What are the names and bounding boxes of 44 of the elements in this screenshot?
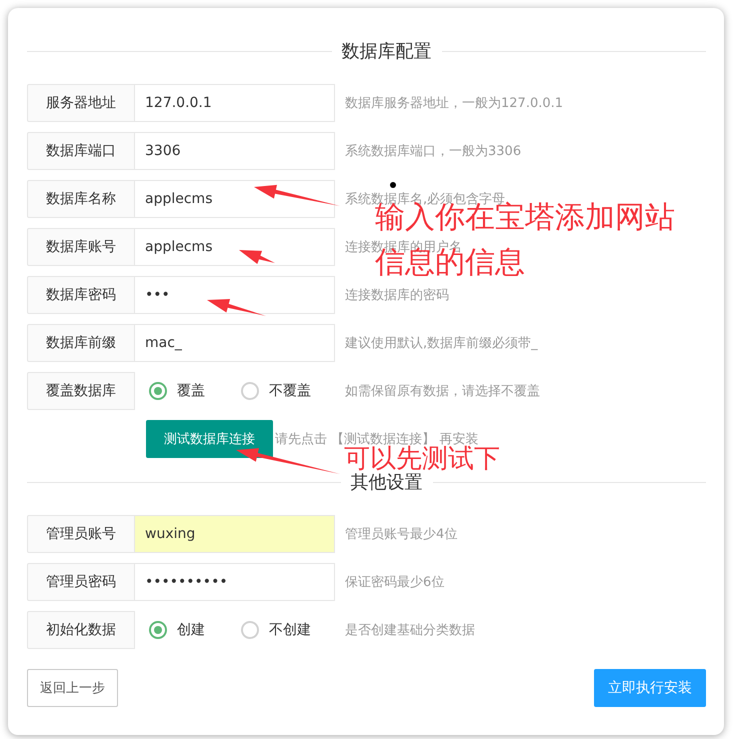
input-field[interactable]: 127.0.0.1	[135, 84, 335, 122]
input-field[interactable]: •••	[135, 276, 335, 314]
radio-button[interactable]	[241, 621, 259, 639]
hint-text: 系统数据库端口，一般为3306	[345, 143, 522, 160]
hint-text: 连接数据库的密码	[345, 287, 449, 304]
arrow-icon	[239, 250, 275, 264]
hint-text: 管理员账号最少4位	[345, 526, 458, 543]
radio-button[interactable]	[149, 621, 167, 639]
hint-text: 如需保留原有数据，请选择不覆盖	[345, 383, 540, 400]
field-label: 数据库密码	[27, 276, 135, 314]
field-label: 数据库账号	[27, 228, 135, 266]
field-label: 数据库名称	[27, 180, 135, 218]
dot-mark	[390, 182, 396, 188]
arrow-icon	[207, 299, 266, 316]
field-label: 服务器地址	[27, 84, 135, 122]
hint-text: 是否创建基础分类数据	[345, 622, 475, 639]
field-label: 初始化数据	[27, 611, 135, 649]
field-label: 数据库前缀	[27, 324, 135, 362]
radio-label[interactable]: 不覆盖	[269, 382, 311, 400]
radio-button[interactable]	[149, 382, 167, 400]
field-label: 管理员密码	[27, 563, 135, 601]
input-field[interactable]: wuxing	[135, 515, 335, 553]
input-field[interactable]: applecms	[135, 180, 335, 218]
input-field[interactable]: applecms	[135, 228, 335, 266]
field-label: 管理员账号	[27, 515, 135, 553]
radio-label[interactable]: 覆盖	[177, 382, 205, 400]
annotation-text: 可以先测试下	[344, 446, 500, 472]
test-connection-button[interactable]: 测试数据库连接	[146, 420, 273, 458]
arrow-icon	[254, 184, 340, 206]
back-button[interactable]: 返回上一步	[27, 669, 118, 707]
input-field[interactable]: 3306	[135, 132, 335, 170]
field-label: 覆盖数据库	[27, 372, 135, 410]
radio-label[interactable]: 不创建	[269, 621, 311, 639]
input-field[interactable]: ••••••••••	[135, 563, 335, 601]
field-label: 数据库端口	[27, 132, 135, 170]
hint-text: 保证密码最少6位	[345, 574, 444, 591]
radio-label[interactable]: 创建	[177, 621, 205, 639]
arrow-icon	[236, 448, 340, 474]
hint-text: 数据库服务器地址，一般为127.0.0.1	[345, 95, 564, 112]
input-field[interactable]: mac_	[135, 324, 335, 362]
note-text: 请先点击 【测试数据连接】 再安装	[275, 431, 478, 447]
radio-button[interactable]	[241, 382, 259, 400]
section-title: 其他设置	[340, 470, 432, 494]
hint-text: 建议使用默认,数据库前缀必须带_	[345, 335, 538, 352]
